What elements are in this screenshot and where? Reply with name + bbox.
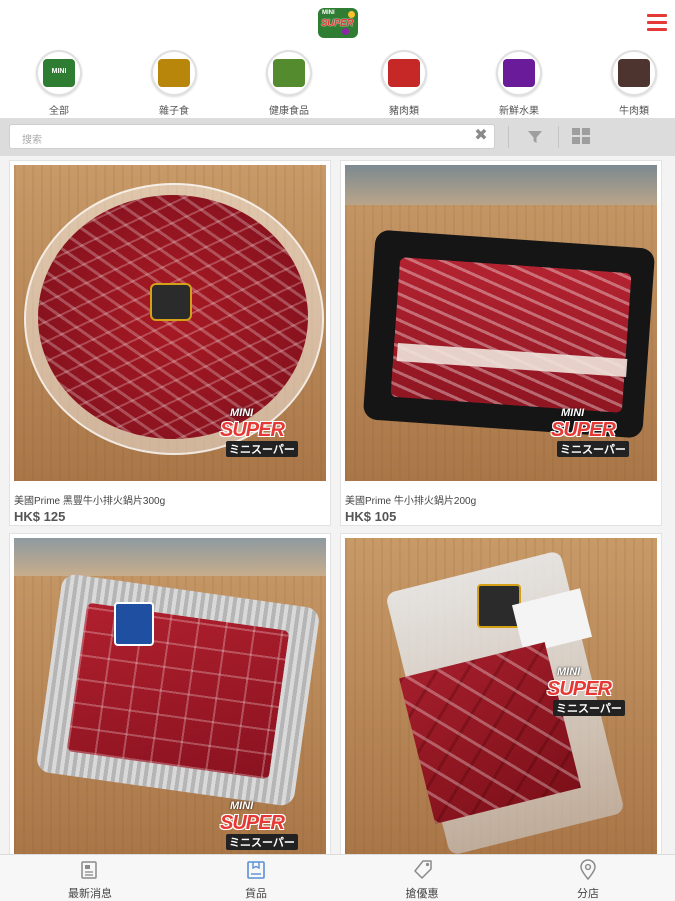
tab-branches[interactable]: 分店	[504, 855, 672, 901]
coupon-tag-icon	[414, 860, 432, 879]
category-label: 豬肉類	[389, 106, 419, 117]
store-watermark: MINI SUPER ミニスーパー	[551, 399, 643, 457]
search-input[interactable]: 搜索	[9, 124, 495, 149]
product-price: HK$ 105	[345, 509, 397, 524]
clear-search-icon[interactable]: ✖	[472, 127, 490, 145]
news-icon	[81, 861, 97, 879]
store-logo[interactable]: MINI SUPER	[318, 8, 358, 38]
tab-news[interactable]: 最新消息	[6, 855, 174, 901]
tab-label: 分店	[577, 888, 599, 900]
category-label: 健康食品	[269, 106, 309, 117]
store-watermark: MINI SUPER ミニスーパー	[220, 399, 312, 457]
beef-icon	[611, 50, 657, 96]
product-card[interactable]: MINI SUPER ミニスーパー 美國Prime 牛小排火鍋片200g HK$ 1…	[340, 160, 662, 526]
pork-icon	[381, 50, 427, 96]
fresh-fruit-icon	[496, 50, 542, 96]
search-toolbar: 搜索 ✖	[0, 118, 675, 156]
health-food-icon	[266, 50, 312, 96]
location-pin-icon	[580, 859, 596, 881]
product-card[interactable]: MINI SUPER ミニスーパー	[340, 533, 662, 854]
tab-label: 最新消息	[68, 888, 112, 900]
toolbar-divider	[508, 126, 509, 148]
category-label: 全部	[49, 106, 69, 117]
hamburger-menu-icon[interactable]	[647, 14, 667, 32]
all-category-icon: MINI	[36, 50, 82, 96]
bottom-tab-bar: 最新消息 貨品 搶優惠 分店	[0, 854, 675, 901]
logo-mini-text: MINI	[322, 10, 335, 16]
logo-super-text: SUPER	[321, 18, 353, 29]
tab-products[interactable]: 貨品	[172, 855, 340, 901]
app-header: MINI SUPER	[0, 0, 675, 48]
products-icon	[247, 861, 265, 879]
product-price: HK$ 125	[14, 509, 66, 524]
category-label: 新鮮水果	[499, 106, 539, 117]
product-image: MINI SUPER ミニスーパー	[345, 165, 657, 481]
grid-view-icon[interactable]	[572, 128, 592, 146]
category-bar: MINI 全部 雜子食 健康食品 豬肉類 新鮮水果 牛肉類	[0, 48, 675, 117]
product-grid: MINI SUPER ミニスーパー 美國Prime 黑豐牛小排火鍋片300g HK$…	[0, 156, 675, 854]
snacks-icon	[151, 50, 197, 96]
store-watermark: MINI SUPER ミニスーパー	[220, 792, 312, 850]
product-image: MINI SUPER ミニスーパー	[14, 538, 326, 854]
category-pork[interactable]: 豬肉類	[369, 50, 439, 117]
toolbar-divider	[558, 126, 559, 148]
product-card[interactable]: MINI SUPER ミニスーパー 美國Prime 黑豐牛小排火鍋片300g HK$…	[9, 160, 331, 526]
product-image: MINI SUPER ミニスーパー	[14, 165, 326, 481]
category-all[interactable]: MINI 全部	[24, 50, 94, 117]
tab-coupons[interactable]: 搶優惠	[338, 855, 506, 901]
tab-label: 搶優惠	[405, 888, 439, 900]
product-name: 美國Prime 黑豐牛小排火鍋片300g	[14, 496, 166, 507]
category-snacks[interactable]: 雜子食	[139, 50, 209, 117]
product-image: MINI SUPER ミニスーパー	[345, 538, 657, 854]
category-label: 牛肉類	[619, 106, 649, 117]
tab-label: 貨品	[245, 888, 267, 900]
product-name: 美國Prime 牛小排火鍋片200g	[345, 496, 477, 507]
category-fresh-fruit[interactable]: 新鮮水果	[484, 50, 554, 117]
category-beef[interactable]: 牛肉類	[599, 50, 669, 117]
filter-icon[interactable]	[525, 127, 545, 147]
store-watermark: MINI SUPER ミニスーパー	[547, 658, 639, 716]
category-health-food[interactable]: 健康食品	[254, 50, 324, 117]
category-label: 雜子食	[159, 106, 189, 117]
product-card[interactable]: MINI SUPER ミニスーパー	[9, 533, 331, 854]
